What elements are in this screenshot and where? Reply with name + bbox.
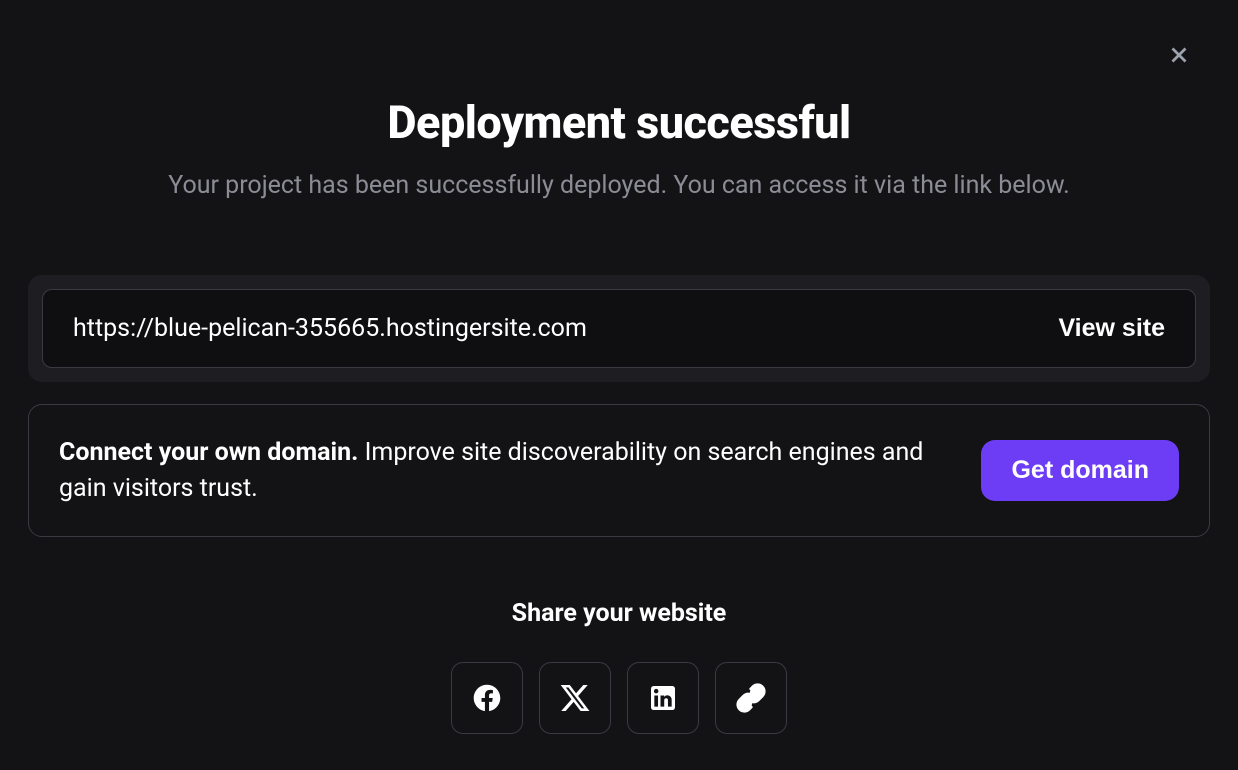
page-subtitle: Your project has been successfully deplo… bbox=[0, 171, 1238, 200]
share-copy-link-button[interactable] bbox=[715, 662, 787, 734]
deployment-url-card: https://blue-pelican-355665.hostingersit… bbox=[28, 275, 1210, 382]
x-twitter-icon bbox=[559, 682, 591, 714]
copy-link-icon bbox=[735, 682, 767, 714]
close-button[interactable] bbox=[1166, 42, 1192, 68]
facebook-icon bbox=[471, 682, 503, 714]
get-domain-button[interactable]: Get domain bbox=[981, 440, 1179, 501]
modal-content: Deployment successful Your project has b… bbox=[0, 0, 1238, 734]
connect-domain-card: Connect your own domain. Improve site di… bbox=[28, 404, 1210, 537]
share-section: Share your website bbox=[0, 599, 1238, 734]
connect-domain-bold: Connect your own domain. bbox=[59, 438, 358, 467]
share-linkedin-button[interactable] bbox=[627, 662, 699, 734]
share-title: Share your website bbox=[0, 599, 1238, 628]
share-x-button[interactable] bbox=[539, 662, 611, 734]
deployment-url-inner: https://blue-pelican-355665.hostingersit… bbox=[42, 289, 1196, 368]
close-icon bbox=[1166, 42, 1192, 68]
connect-domain-text: Connect your own domain. Improve site di… bbox=[59, 435, 941, 506]
deployment-url: https://blue-pelican-355665.hostingersit… bbox=[73, 314, 587, 343]
page-title: Deployment successful bbox=[0, 96, 1238, 149]
linkedin-icon bbox=[647, 682, 679, 714]
share-facebook-button[interactable] bbox=[451, 662, 523, 734]
share-icons-row bbox=[0, 662, 1238, 734]
view-site-button[interactable]: View site bbox=[1058, 314, 1165, 343]
